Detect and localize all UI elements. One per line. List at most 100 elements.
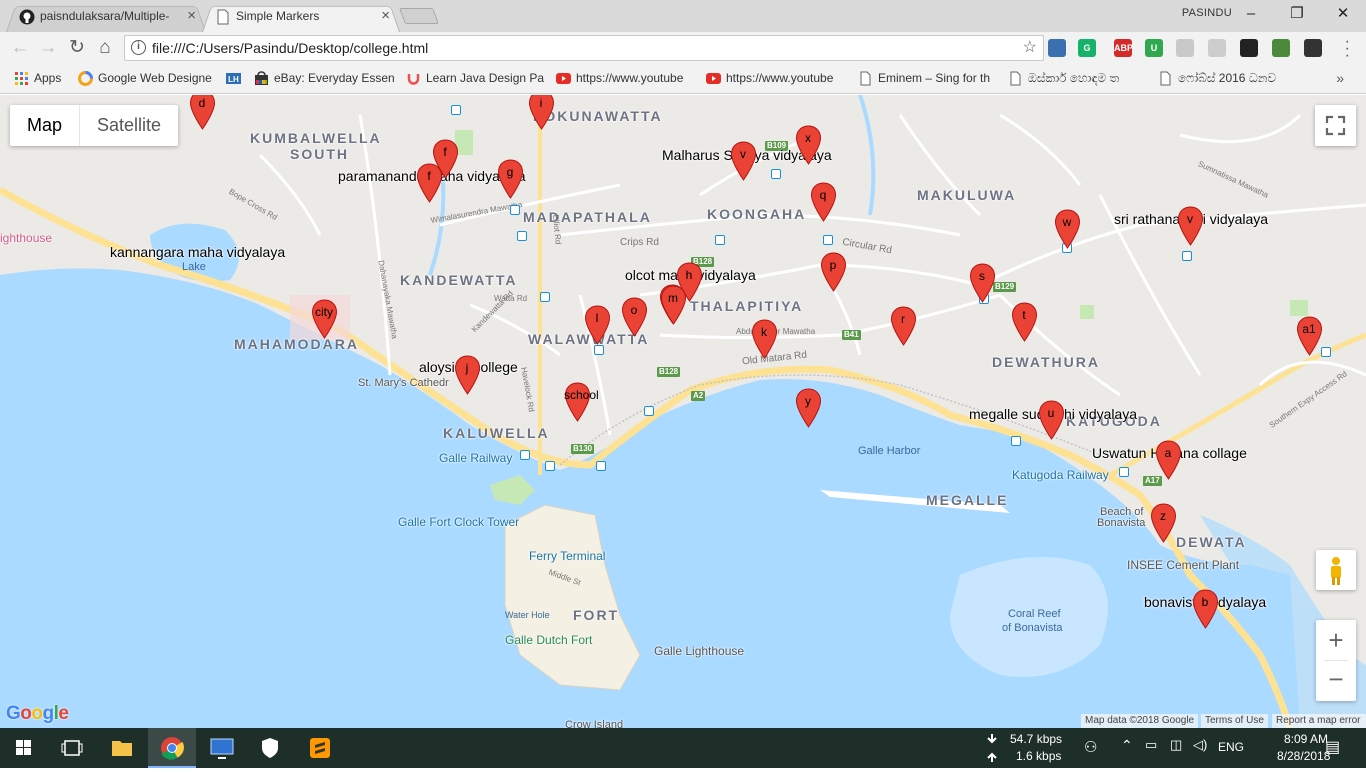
bus-stop-icon[interactable] — [510, 205, 520, 215]
poi-label[interactable]: Galle Lighthouse — [654, 644, 744, 658]
map-marker[interactable]: d — [189, 95, 217, 130]
map-marker[interactable]: a1 — [1296, 316, 1324, 356]
tab-close-icon[interactable]: × — [187, 3, 196, 29]
map-marker[interactable]: v — [1177, 206, 1205, 246]
profile-name[interactable]: PASINDU — [1182, 7, 1232, 19]
map-marker[interactable]: i — [528, 95, 556, 130]
new-tab-button[interactable] — [399, 8, 439, 24]
map-marker[interactable]: s — [969, 263, 997, 303]
bus-stop-icon[interactable] — [1119, 467, 1129, 477]
bus-stop-icon[interactable] — [545, 461, 555, 471]
ext-loop-icon[interactable] — [1304, 39, 1322, 57]
bus-stop-icon[interactable] — [596, 461, 606, 471]
volume-icon[interactable]: ◁) — [1193, 737, 1207, 753]
ext-globe-icon[interactable] — [1272, 39, 1290, 57]
map-marker[interactable]: u — [1038, 400, 1066, 440]
fullscreen-button[interactable] — [1315, 105, 1356, 146]
map-marker[interactable]: m — [660, 285, 688, 325]
tab-github[interactable]: paisndulaksara/Multiple- × — [6, 3, 206, 32]
map-marker[interactable]: p — [820, 252, 848, 292]
map-marker[interactable]: a — [1155, 440, 1183, 480]
poi-label[interactable]: Ferry Terminal — [529, 549, 605, 563]
bookmark-lh[interactable]: LH — [224, 64, 248, 94]
bookmark-youtube-2[interactable]: https://www.youtube — [704, 64, 844, 94]
show-hidden-icons-icon[interactable]: ⌃ — [1121, 737, 1133, 754]
poi-label[interactable]: Katugoda Railway — [1012, 468, 1109, 482]
zoom-out-button[interactable]: − — [1316, 661, 1356, 701]
bus-stop-icon[interactable] — [1011, 436, 1021, 446]
map-marker[interactable]: t — [1011, 302, 1039, 342]
remote-desktop-button[interactable] — [198, 728, 246, 768]
more-bookmarks-button[interactable]: » — [1336, 64, 1344, 93]
bus-stop-icon[interactable] — [451, 105, 461, 115]
bookmark-star-icon[interactable]: ☆ — [1023, 36, 1037, 60]
bus-stop-icon[interactable] — [771, 169, 781, 179]
google-logo[interactable]: Google — [6, 703, 69, 725]
file-explorer-button[interactable] — [98, 728, 146, 768]
clock-date[interactable]: 8/28/2018 — [1277, 749, 1330, 763]
bookmark-youtube-1[interactable]: https://www.youtube — [554, 64, 694, 94]
bookmark-forbes[interactable]: ෆෝබ්ස් 2016 ධනව — [1156, 64, 1296, 94]
bus-stop-icon[interactable] — [1182, 251, 1192, 261]
bus-stop-icon[interactable] — [823, 235, 833, 245]
minimize-button[interactable]: – — [1228, 0, 1274, 30]
home-button[interactable]: ⌂ — [93, 36, 117, 60]
bus-stop-icon[interactable] — [540, 292, 550, 302]
bookmark-eminem[interactable]: Eminem – Sing for th — [856, 64, 996, 94]
bus-stop-icon[interactable] — [517, 231, 527, 241]
battery-icon[interactable]: ▭ — [1145, 737, 1157, 753]
reload-button[interactable]: ↻ — [65, 36, 89, 60]
map-marker[interactable]: b — [1192, 589, 1220, 629]
restore-button[interactable]: ❐ — [1274, 0, 1320, 30]
map-marker[interactable]: w — [1054, 209, 1082, 249]
zoom-in-button[interactable]: + — [1316, 620, 1356, 660]
map-marker[interactable]: x — [795, 125, 823, 165]
bookmark-google-web-designer[interactable]: Google Web Designe — [76, 64, 216, 94]
pdf-icon[interactable] — [1176, 39, 1194, 57]
sublime-text-button[interactable] — [296, 728, 344, 768]
map-marker[interactable]: k — [751, 319, 779, 359]
ext-blue-icon[interactable] — [1048, 39, 1066, 57]
google-map[interactable]: KUMBALWELLA SOUTH MADAPATHALA KOONGAHA M… — [0, 95, 1366, 728]
bookmark-apps[interactable]: Apps — [12, 64, 72, 94]
map-marker[interactable]: school — [564, 382, 599, 422]
map-marker[interactable]: r — [890, 306, 918, 346]
grammarly-icon[interactable]: G — [1078, 39, 1096, 57]
bookmark-learn-java[interactable]: Learn Java Design Pa — [404, 64, 544, 94]
map-marker[interactable]: g — [497, 159, 525, 199]
map-marker[interactable]: q — [810, 182, 838, 222]
security-button[interactable] — [246, 728, 294, 768]
poi-label[interactable]: St. Mary's Cathedr — [358, 377, 449, 389]
tab-simple-markers[interactable]: Simple Markers × — [202, 3, 400, 32]
ext-dark-icon[interactable] — [1240, 39, 1258, 57]
map-marker[interactable]: y — [795, 388, 823, 428]
poi-label[interactable]: Galle Dutch Fort — [505, 633, 592, 647]
street-view-pegman[interactable] — [1316, 550, 1356, 590]
map-marker[interactable]: o — [621, 297, 649, 337]
action-center-icon[interactable]: ▤ — [1325, 737, 1340, 757]
map-type-satellite-button[interactable]: Satellite — [80, 105, 178, 146]
map-marker[interactable]: l — [584, 305, 612, 345]
bus-stop-icon[interactable] — [715, 235, 725, 245]
people-icon[interactable]: ⚇ — [1084, 738, 1097, 756]
map-marker[interactable]: f — [416, 163, 444, 203]
poi-label[interactable]: Galle Fort Clock Tower — [398, 515, 519, 529]
back-button[interactable]: ← — [8, 36, 32, 60]
bookmark-oscar[interactable]: ඔස්කාර් හොඳම ත — [1006, 64, 1146, 94]
map-marker[interactable]: city — [311, 299, 339, 339]
network-icon[interactable]: ◫ — [1170, 737, 1182, 753]
map-marker[interactable]: z — [1150, 503, 1178, 543]
bus-stop-icon[interactable] — [644, 406, 654, 416]
chrome-menu-icon[interactable]: · · · — [1345, 34, 1350, 64]
map-marker[interactable]: j — [454, 355, 482, 395]
task-view-button[interactable] — [48, 728, 96, 768]
bus-stop-icon[interactable] — [520, 450, 530, 460]
poi-label[interactable]: INSEE Cement Plant — [1127, 558, 1239, 572]
address-bar[interactable]: i file:///C:/Users/Pasindu/Desktop/colle… — [124, 35, 1044, 61]
poi-label[interactable]: Galle Railway — [439, 451, 512, 465]
clock-time[interactable]: 8:09 AM — [1284, 732, 1328, 746]
ext-gray-icon[interactable] — [1208, 39, 1226, 57]
map-marker[interactable]: v — [730, 141, 758, 181]
terms-of-use-link[interactable]: Terms of Use — [1201, 714, 1268, 728]
map-type-map-button[interactable]: Map — [10, 105, 81, 146]
